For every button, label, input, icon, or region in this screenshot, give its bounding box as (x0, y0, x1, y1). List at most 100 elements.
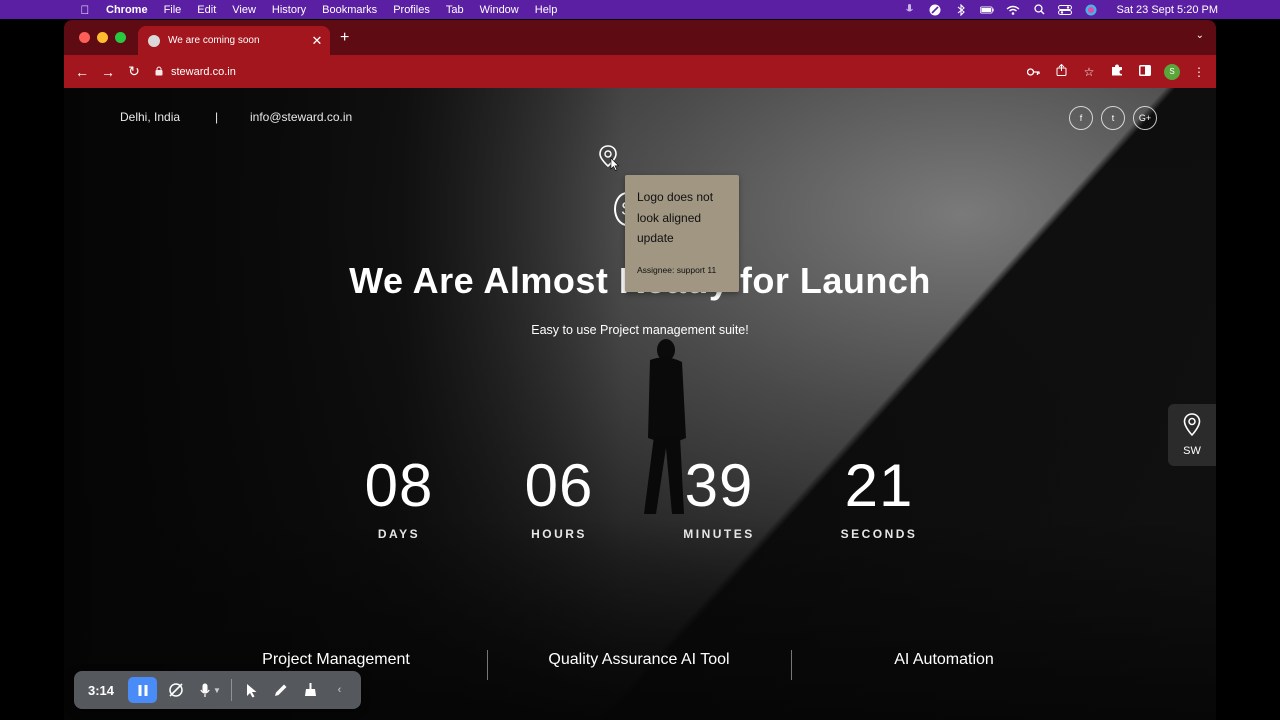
twitter-icon[interactable]: t (1101, 106, 1125, 130)
collapse-chevron-icon[interactable]: ‹ (325, 677, 354, 703)
countdown-seconds-label: SECONDS (840, 527, 918, 541)
share-icon[interactable] (1052, 63, 1070, 79)
feature-project-management[interactable]: Project Management (226, 651, 446, 669)
pencil-icon (275, 684, 287, 696)
countdown-hours-value: 06 (524, 452, 594, 519)
side-panel-icon[interactable] (1136, 64, 1154, 79)
key-icon[interactable] (1024, 65, 1042, 79)
feature-ai-automation[interactable]: AI Automation (844, 651, 1044, 669)
screen-recorder-toolbar: 3:14 ▼ ‹ (74, 671, 361, 709)
toolbar-actions: ☆ S ⋮ (1024, 55, 1208, 88)
menu-window[interactable]: Window (480, 4, 519, 16)
forward-arrow-icon[interactable]: → (95, 64, 121, 80)
broom-icon (304, 683, 316, 696)
close-window-button[interactable] (79, 32, 90, 43)
tab-title: We are coming soon (168, 35, 260, 46)
menu-history[interactable]: History (272, 4, 306, 16)
window-controls (79, 32, 126, 43)
menu-view[interactable]: View (232, 4, 256, 16)
countdown-hours-label: HOURS (531, 527, 587, 541)
note-text-line-2: look aligned (637, 210, 702, 225)
browser-window: We are coming soon ✕ + ⌄ ← → ↻ steward.c… (64, 20, 1216, 720)
pen-tool-button[interactable] (267, 677, 296, 703)
minimize-window-button[interactable] (97, 32, 108, 43)
pause-icon (138, 684, 147, 696)
zoom-window-button[interactable] (115, 32, 126, 43)
location-pin-icon (1183, 413, 1201, 437)
menu-help[interactable]: Help (535, 4, 558, 16)
cursor-arrow-icon (247, 683, 257, 697)
menu-profiles[interactable]: Profiles (393, 4, 430, 16)
chrome-menu-icon[interactable]: ⋮ (1190, 65, 1208, 79)
microphone-icon (199, 683, 210, 697)
recording-timer: 3:14 (88, 682, 115, 698)
recorder-divider (230, 679, 232, 701)
active-tab[interactable]: We are coming soon ✕ (138, 26, 330, 55)
url-text[interactable]: steward.co.in (171, 66, 236, 78)
facebook-icon[interactable]: f (1069, 106, 1093, 130)
microphone-status-icon[interactable] (902, 4, 916, 16)
countdown-minutes-label: MINUTES (683, 527, 755, 541)
pause-button[interactable] (128, 677, 157, 703)
pointer-tool-button[interactable] (238, 677, 267, 703)
tab-strip: We are coming soon ✕ + ⌄ (64, 20, 1216, 55)
macos-menubar:  Chrome File Edit View History Bookmark… (0, 0, 1280, 19)
menubar-status-area: Sat 23 Sept 5:20 PM (902, 0, 1218, 19)
search-icon[interactable] (1032, 4, 1046, 16)
page-viewport: Delhi, India | info@steward.co.in f t G+… (64, 88, 1216, 720)
countdown-seconds-value: 21 (844, 452, 914, 519)
new-tab-button[interactable]: + (340, 29, 349, 47)
menu-edit[interactable]: Edit (197, 4, 216, 16)
eraser-tool-button[interactable] (296, 677, 325, 703)
side-widget[interactable]: SW (1168, 404, 1216, 466)
countdown-days: 08 DAYS (339, 451, 459, 541)
hero-subheadline: Easy to use Project management suite! (531, 323, 749, 337)
chevron-down-icon[interactable]: ▼ (213, 686, 221, 695)
menu-file[interactable]: File (164, 4, 182, 16)
close-tab-icon[interactable]: ✕ (308, 33, 326, 49)
countdown-days-label: DAYS (377, 527, 421, 541)
annotation-sticky-note[interactable]: Logo does not look aligned update Assign… (625, 175, 739, 292)
apple-icon[interactable]:  (70, 3, 100, 17)
address-bar[interactable]: steward.co.in (155, 66, 236, 78)
note-text-line-1: Logo does not (637, 190, 714, 204)
browser-toolbar: ← → ↻ steward.co.in ☆ S ⋮ (64, 55, 1216, 88)
recorder-status-icon[interactable] (928, 4, 942, 16)
globe-icon (148, 34, 160, 47)
bluetooth-icon[interactable] (954, 3, 968, 16)
countdown-hours: 06 HOURS (499, 451, 619, 541)
feature-divider (487, 650, 488, 680)
header-separator: | (215, 110, 219, 124)
note-assignee: Assignee: support 11 (637, 265, 717, 275)
countdown-minutes-value: 39 (684, 452, 754, 519)
siri-icon[interactable] (1084, 4, 1098, 16)
extensions-puzzle-icon[interactable] (1108, 64, 1126, 79)
countdown-seconds: 21 SECONDS (819, 451, 939, 541)
feature-divider (791, 650, 792, 680)
battery-icon[interactable] (980, 4, 995, 16)
location-text: Delhi, India (120, 110, 181, 124)
menubar-app-name[interactable]: Chrome (106, 4, 148, 16)
screen:  Chrome File Edit View History Bookmark… (0, 0, 1280, 720)
note-text-line-3: update (637, 231, 674, 245)
email-link[interactable]: info@steward.co.in (250, 110, 352, 124)
countdown-minutes: 39 MINUTES (659, 451, 779, 541)
side-widget-label: SW (1183, 445, 1201, 457)
menubar-clock[interactable]: Sat 23 Sept 5:20 PM (1116, 4, 1218, 16)
menu-tab[interactable]: Tab (446, 4, 464, 16)
annotation-pin-cursor-icon (599, 145, 620, 171)
menu-bookmarks[interactable]: Bookmarks (322, 4, 377, 16)
back-arrow-icon[interactable]: ← (69, 64, 95, 80)
google-plus-icon[interactable]: G+ (1133, 106, 1157, 130)
countdown-days-value: 08 (364, 452, 434, 519)
reload-icon[interactable]: ↻ (121, 63, 147, 80)
wifi-icon[interactable] (1006, 4, 1020, 16)
lock-icon[interactable] (155, 66, 163, 78)
feature-qa-ai-tool[interactable]: Quality Assurance AI Tool (509, 651, 769, 669)
tab-search-chevron-icon[interactable]: ⌄ (1196, 30, 1204, 41)
profile-avatar[interactable]: S (1164, 63, 1180, 80)
bookmark-star-icon[interactable]: ☆ (1080, 65, 1098, 79)
control-center-icon[interactable] (1058, 4, 1073, 16)
camera-off-button[interactable] (161, 677, 190, 703)
camera-off-icon (168, 683, 183, 697)
